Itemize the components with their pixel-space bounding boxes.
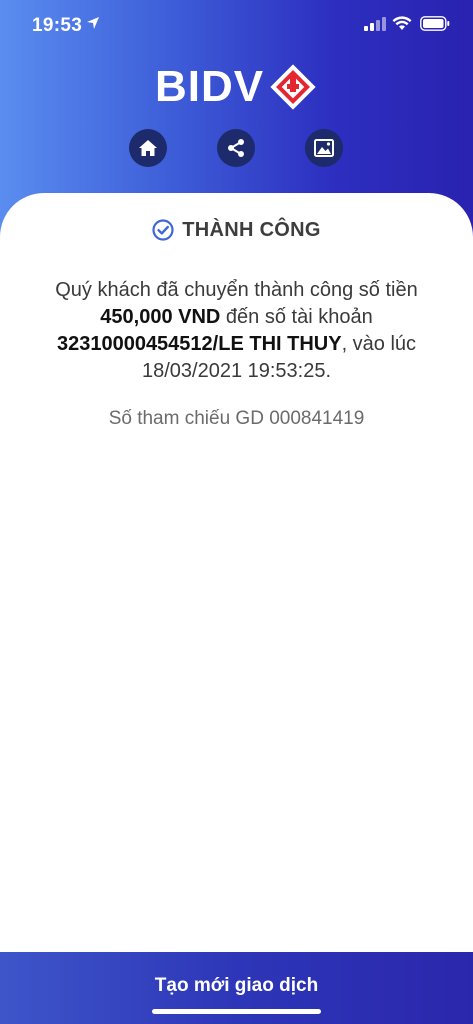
transaction-datetime: 18/03/2021 19:53:25. [141, 360, 332, 382]
share-button[interactable] [217, 129, 255, 167]
save-image-button[interactable] [305, 129, 343, 167]
home-indicator [152, 1009, 321, 1014]
message-prefix: Quý khách đã chuyển thành công số tiền [55, 279, 418, 301]
message-suffix: , vào lúc [341, 333, 417, 355]
wifi-icon [392, 16, 412, 30]
status-bar: 19:53 [0, 0, 473, 52]
logo-text: BIDV [155, 62, 265, 111]
status-time: 19:53 [32, 15, 83, 36]
transfer-message: Quý khách đã chuyển thành công số tiền 4… [20, 277, 453, 385]
location-arrow-icon [87, 17, 99, 29]
home-icon [139, 140, 157, 156]
amount: 450,000 VND [100, 306, 221, 328]
new-transaction-button[interactable]: Tạo mới giao dịch [0, 975, 473, 997]
status-row: THÀNH CÔNG [0, 215, 473, 245]
check-circle-icon [152, 219, 174, 241]
status-label: THÀNH CÔNG [182, 218, 321, 241]
image-icon [314, 139, 334, 157]
recipient-account: 32310000454512/LE THI THUY [56, 333, 342, 355]
share-icon [228, 139, 244, 157]
reference-number: Số tham chiếu GD 000841419 [108, 408, 365, 429]
bidv-logo-mark-icon [270, 64, 316, 110]
cellular-signal-icon [364, 17, 386, 31]
bidv-logo: BIDV [155, 62, 318, 112]
battery-icon [420, 16, 450, 31]
message-mid: đến số tài khoản [225, 306, 373, 328]
home-button[interactable] [129, 129, 167, 167]
